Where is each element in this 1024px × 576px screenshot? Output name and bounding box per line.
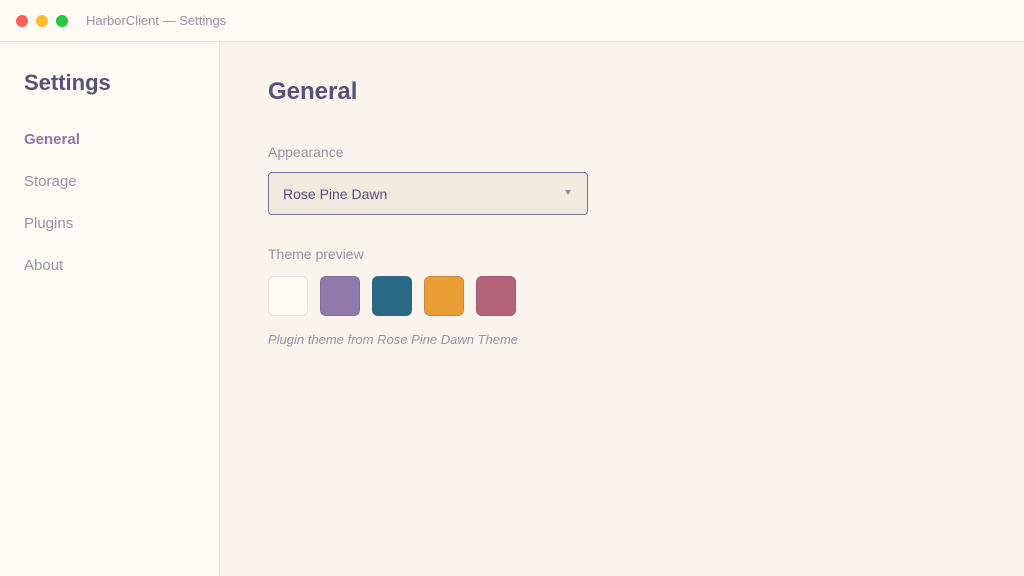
color-swatch-gold	[424, 276, 464, 316]
sidebar-title: Settings	[24, 70, 111, 95]
appearance-select-value: Rose Pine Dawn	[283, 186, 388, 202]
sidebar-item-general[interactable]: General	[24, 131, 80, 149]
sidebar-item-plugins[interactable]: Plugins	[24, 215, 73, 233]
color-swatch-rose	[476, 276, 516, 316]
sidebar-item-storage[interactable]: Storage	[24, 173, 77, 191]
theme-caption: Plugin theme from Rose Pine Dawn Theme	[268, 332, 519, 347]
close-window-button[interactable]	[16, 15, 28, 27]
chevron-down-icon	[565, 190, 571, 195]
page-title: General	[268, 78, 358, 105]
color-swatch-iris	[320, 276, 360, 316]
maximize-window-button[interactable]	[56, 15, 68, 27]
sidebar-item-about[interactable]: About	[24, 257, 63, 275]
main-content: General Appearance Rose Pine Dawn Theme …	[220, 42, 1024, 576]
app-window: HarborClient — Settings Settings General…	[0, 0, 1024, 576]
sidebar: Settings General Storage Plugins About	[0, 42, 220, 576]
color-swatch-base	[268, 276, 308, 316]
title-bar: HarborClient — Settings	[0, 0, 1024, 42]
window-title: HarborClient — Settings	[86, 13, 227, 28]
appearance-select[interactable]: Rose Pine Dawn	[268, 172, 588, 215]
minimize-window-button[interactable]	[36, 15, 48, 27]
color-swatch-pine	[372, 276, 412, 316]
appearance-label: Appearance	[268, 144, 344, 160]
theme-preview-label: Theme preview	[268, 246, 364, 262]
